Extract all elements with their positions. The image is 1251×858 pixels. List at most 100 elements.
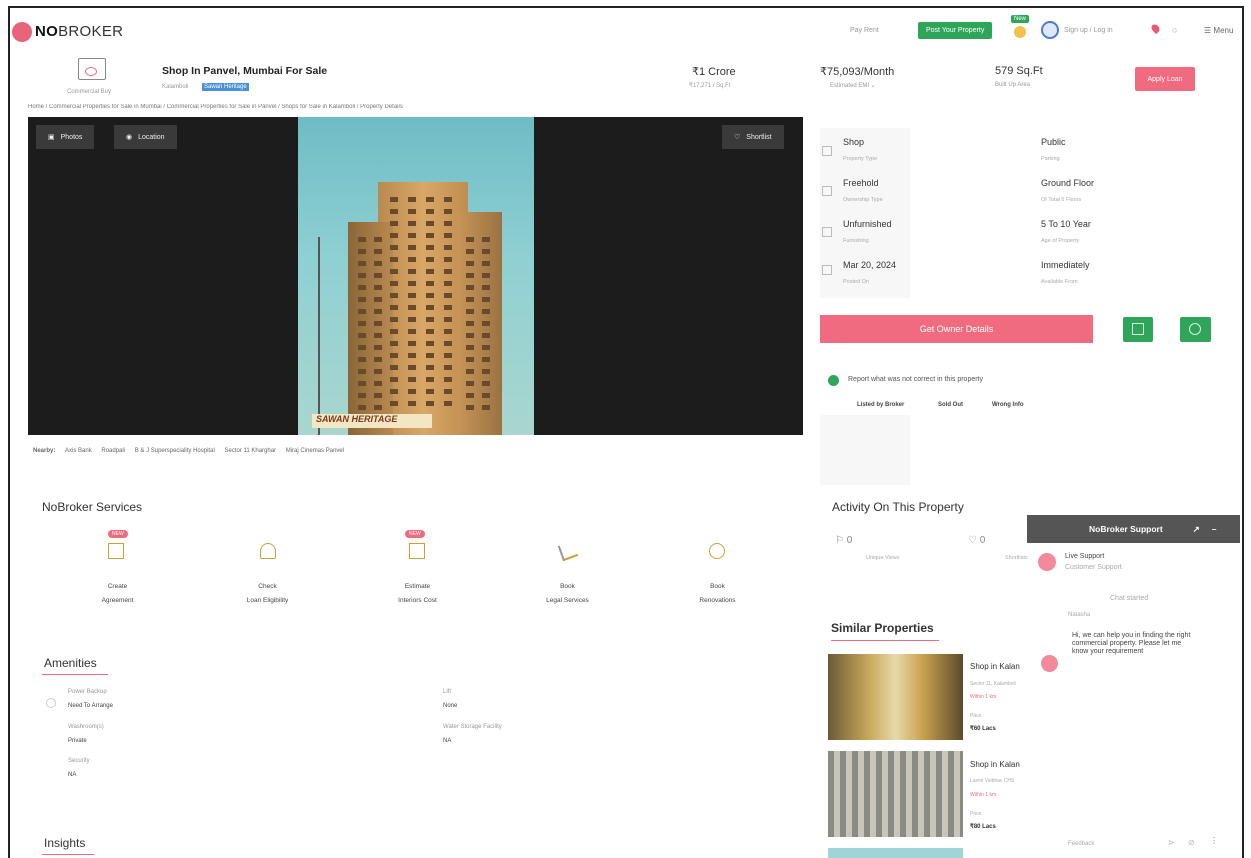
location-button[interactable]: ◉ Location [114,125,177,149]
support-header[interactable]: NoBroker Support ↗ – [1027,515,1240,543]
building-window [390,257,398,262]
building-window [390,341,398,346]
more-options-icon[interactable]: ⋮ [1210,836,1218,845]
listing-title: Shop In Panvel, Mumbai For Sale [162,65,328,77]
pay-rent-link[interactable]: Pay Rent [850,27,879,34]
compass-icon: ◉ [126,134,133,141]
service-check-loan[interactable]: Check Loan Eligibility [230,580,305,608]
building-window [444,365,452,370]
building-window [482,333,490,338]
report-listed-by-broker[interactable]: Listed by Broker [857,402,904,408]
similar-property-image[interactable] [828,751,963,837]
coin-icon[interactable] [1014,26,1026,38]
interiors-icon [409,543,425,559]
similar-price-label-2: Price [970,811,982,817]
building-window [408,293,416,298]
shortlists-label: Shortlists [1005,555,1028,561]
unique-views-label: Unique Views [866,555,900,561]
similar-property-image[interactable] [828,654,963,740]
building-window [466,357,474,362]
building-window [374,321,382,326]
nearby-item[interactable]: Miraj Cinemas Panvel [286,448,344,454]
detail-key: Age of Property [1041,238,1080,244]
sign-in-link[interactable]: Sign up / Log in [1064,27,1113,34]
building-window [390,245,398,250]
report-wrong-info[interactable]: Wrong Info [992,402,1024,408]
building-window [374,273,382,278]
locality-label[interactable]: Kalamboli [162,84,188,90]
chat-button[interactable] [1180,317,1211,342]
property-photo[interactable]: SAWAN HERITAGE [298,117,534,435]
building-window [390,293,398,298]
nobroker-logo[interactable]: NOBROKER [35,23,123,40]
building-window [374,285,382,290]
expand-icon[interactable]: ↗ [1193,524,1200,535]
similar-title: Similar Properties [831,621,934,635]
building-window [408,401,416,406]
calendar-schedule-button[interactable] [1123,317,1153,342]
minimize-icon[interactable]: – [1212,524,1217,534]
building-window [426,269,434,274]
similar-property-image[interactable] [828,848,963,858]
building-window [390,377,398,382]
nobroker-logo-icon[interactable] [12,22,32,42]
building-window [408,221,416,226]
nearby-item[interactable]: Axis Bank [65,448,92,454]
clip-icon[interactable]: ⊘ [1188,838,1195,847]
building-window [426,197,434,202]
nearby-item[interactable]: Sector 11 Kharghar [224,448,276,454]
building-window [444,209,452,214]
detail-value: Immediately [1041,260,1090,270]
live-support-sub: Customer Support [1065,564,1122,571]
menu-button[interactable]: ☰ Menu [1204,26,1233,35]
price-value: ₹1 Crore [692,66,736,78]
building-window [482,345,490,350]
post-property-button[interactable]: Post Your Property [918,22,993,39]
emi-label[interactable]: Estimated EMI ⌄ [830,82,876,89]
nearby-bar: Nearby: Axis Bank Roadpali B & J Supersp… [33,448,344,454]
similar-sub-1: Sector 11, Kalamboli [970,681,1016,687]
bell-icon[interactable]: ○ [1172,25,1177,35]
service-legal[interactable]: Book Legal Services [530,580,605,608]
photo-gallery[interactable]: SAWAN HERITAGE ▣ Photos ◉ Location ♡ Shortl… [28,117,803,435]
feedback-label[interactable]: Feedback [1068,841,1094,847]
building-window [444,317,452,322]
nearby-item[interactable]: Roadpali [101,448,125,454]
amenity-value: Need To Arrange [68,703,113,709]
similar-title-2[interactable]: Shop in Kalan [970,760,1020,769]
service-renovations[interactable]: Book Renovations [680,580,755,608]
nearby-item[interactable]: B & J Superspeciality Hospital [135,448,215,454]
building-window [466,249,474,254]
user-avatar-icon[interactable] [1041,21,1059,39]
building-window [374,249,382,254]
building-window [482,273,490,278]
detail-key: Property Type [843,156,878,162]
shortlists-count: ♡ 0 [968,535,986,546]
activity-title: Activity On This Property [832,500,964,514]
detail-key: Parking [1041,156,1060,162]
building-window [374,357,382,362]
building-window [358,405,366,410]
area-value: 579 Sq.Ft [995,65,1043,77]
get-owner-details-button[interactable]: Get Owner Details [820,315,1093,343]
apply-loan-button[interactable]: Apply Loan [1135,67,1195,91]
building-window [426,209,434,214]
attach-icon[interactable]: ⊳ [1168,838,1175,847]
building-window [408,197,416,202]
building-window [426,281,434,286]
service-estimate-interiors[interactable]: Estimate Interiors Cost [380,580,455,608]
report-sold-out[interactable]: Sold Out [938,402,963,408]
shortlist-button[interactable]: ♡ Shortlist [722,125,784,149]
similar-title-1[interactable]: Shop in Kalan [970,662,1020,671]
similar-sub-2: Laxmi Vaibhav CHS [970,778,1015,784]
breadcrumb[interactable]: Home / Commercial Properties for Sale in… [28,104,588,110]
photos-button[interactable]: ▣ Photos [36,125,95,149]
building-window [444,245,452,250]
amenity-value: NA [68,772,77,778]
society-link[interactable]: Sawan Heritage [202,83,249,91]
heart-icon: ♡ [734,134,741,141]
building-window [358,357,366,362]
shop-category-icon [78,58,106,80]
similar-price-1: ₹60 Lacs [970,726,996,732]
service-create-agreement[interactable]: Create Agreement [80,580,155,608]
